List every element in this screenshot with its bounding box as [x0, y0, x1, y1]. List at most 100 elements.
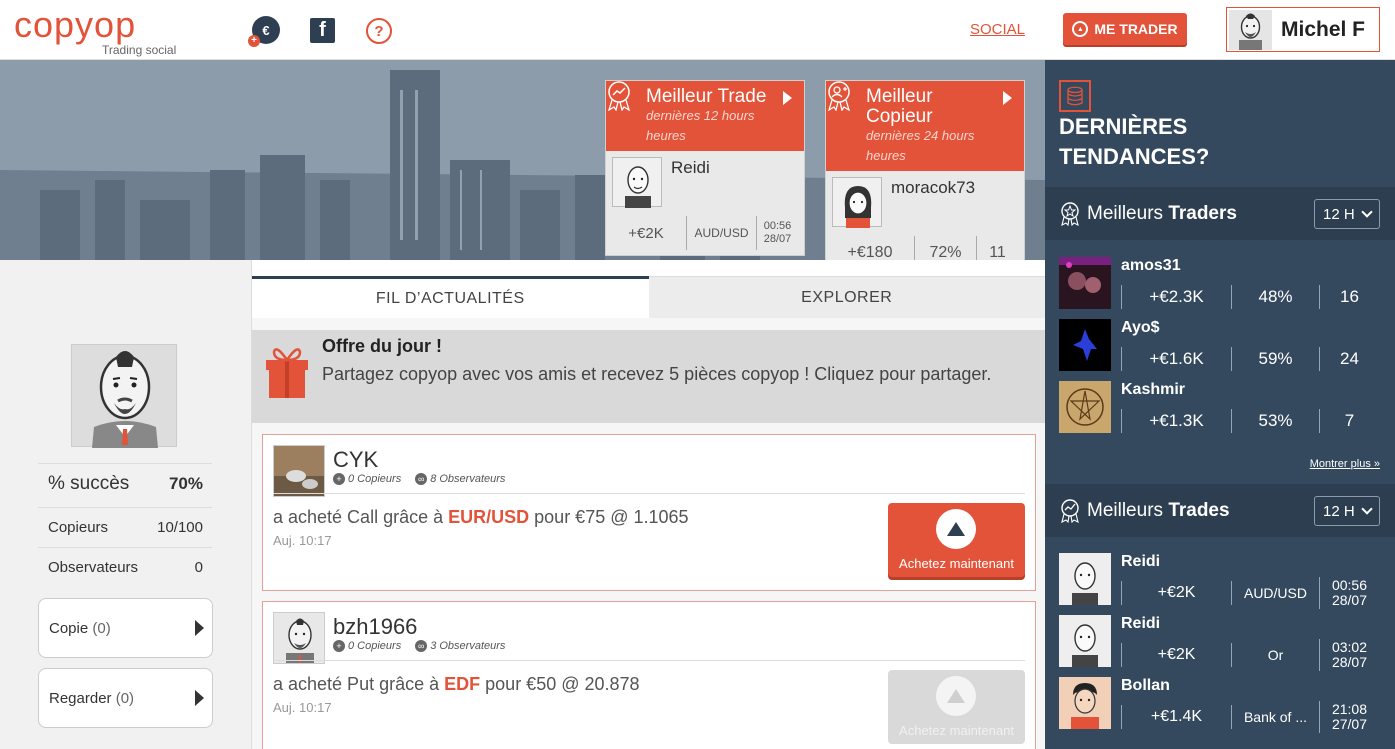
tab-news[interactable]: FIL D’ACTUALITÉS — [252, 276, 649, 318]
show-more-link[interactable]: Montrer plus » — [1310, 458, 1380, 470]
daily-offer-banner[interactable]: Offre du jour ! Partagez copyop avec vos… — [252, 330, 1045, 423]
buy-now-button-disabled[interactable]: Achetez maintenant — [888, 670, 1025, 744]
copy-count: (0) — [92, 619, 111, 637]
traders-period-select[interactable]: 12 H — [1314, 199, 1380, 229]
copy-button[interactable]: Copie (0) — [38, 598, 213, 658]
facebook-icon[interactable]: f — [310, 18, 335, 43]
social-link[interactable]: SOCIAL — [970, 21, 1025, 38]
best-trade-stats: +€2K AUD/USD 00:56 28/07 — [606, 213, 804, 253]
trade-avatar — [1059, 553, 1111, 605]
trader-row[interactable]: amos31 +€2.3K 48% 16 — [1059, 257, 1381, 313]
user-thumbnail[interactable] — [273, 445, 325, 497]
profile-avatar[interactable] — [71, 344, 177, 448]
feed-item: CYK +0 Copieurs ∞ 8 Observateurs a acheté… — [262, 434, 1036, 591]
trade-description: a acheté Call grâce à EUR/USD pour €75 @… — [273, 507, 689, 528]
trade-detail: pour €50 @ 20.878 — [485, 674, 640, 694]
feed-user-name[interactable]: CYK — [333, 447, 378, 473]
best-trade-name: Reidi — [671, 158, 710, 177]
user-avatar — [1229, 10, 1272, 50]
watch-button[interactable]: Regarder (0) — [38, 668, 213, 728]
trader-row[interactable]: Kashmir +€1.3K 53% 7 — [1059, 381, 1381, 437]
user-thumbnail[interactable] — [273, 612, 325, 664]
trade-stats: +€2K Or 03:02 28/07 — [1121, 639, 1383, 671]
binoculars-icon: ∞ — [415, 473, 428, 485]
play-arrow-icon — [783, 91, 792, 105]
me-trader-label: ME TRADER — [1094, 21, 1178, 37]
plus-circle-icon: + — [333, 473, 345, 485]
feed-user-meta: +0 Copieurs ∞ 3 Observateurs — [333, 640, 505, 652]
best-copier-subtitle: dernières 24 hours heures — [866, 128, 975, 163]
trade-user-name: Reidi — [1121, 615, 1161, 632]
tab-explore[interactable]: EXPLORER — [648, 276, 1045, 318]
logo-wordmark: copyop — [14, 4, 137, 45]
ribbon-chart-icon — [608, 81, 630, 111]
trader-avatar — [1059, 381, 1111, 433]
watch-count: (0) — [115, 689, 135, 707]
binoculars-icon: ∞ — [415, 640, 428, 652]
trade-row[interactable]: Reidi +€2K Or 03:02 28/07 — [1059, 615, 1381, 671]
observers-text: 3 Observateurs — [430, 640, 506, 652]
me-trader-button[interactable]: ▲ ME TRADER — [1063, 13, 1187, 45]
trader-pct: 59% — [1231, 347, 1319, 371]
trader-pct: 53% — [1231, 409, 1319, 433]
trader-count: 24 — [1319, 347, 1379, 371]
gift-icon — [266, 348, 308, 398]
trader-pct: 48% — [1231, 285, 1319, 309]
trader-count: 16 — [1319, 285, 1379, 309]
success-value: 70% — [168, 473, 203, 493]
trade-time: Auj. 10:17 — [273, 533, 332, 548]
feed-user-meta: +0 Copieurs ∞ 8 Observateurs — [333, 473, 505, 485]
trade-time: 03:02 — [1331, 639, 1368, 655]
arrow-up-icon — [936, 676, 976, 716]
trade-asset: AUD/USD — [1231, 581, 1319, 605]
trader-row[interactable]: Ayo$ +€1.6K 59% 24 — [1059, 319, 1381, 375]
best-trade-timestamp: 00:56 28/07 — [756, 216, 798, 250]
help-icon[interactable]: ? — [366, 18, 392, 44]
trade-asset[interactable]: EDF — [444, 674, 480, 694]
buy-now-button[interactable]: Achetez maintenant — [888, 503, 1025, 577]
user-menu[interactable]: Michel F — [1226, 7, 1380, 52]
divider — [273, 660, 1025, 661]
triangle-right-icon — [195, 690, 204, 706]
best-copier-card[interactable]: Meilleur Copieur dernières 24 hours heur… — [825, 80, 1025, 260]
arrow-up-icon — [936, 509, 976, 549]
feed-user-name[interactable]: bzh1966 — [333, 614, 417, 640]
trade-row[interactable]: Bollan +€1.4K Bank of ... 21:08 27/07 — [1059, 677, 1381, 733]
trader-avatar — [1059, 257, 1111, 309]
avatar — [612, 157, 662, 208]
trends-sidebar: DERNIÈRES TENDANCES? Meilleurs Traders 1… — [1045, 60, 1395, 749]
observers-count: ∞ 8 Observateurs — [415, 473, 505, 485]
ribbon-chart-icon — [1061, 498, 1079, 523]
trade-time: Auj. 10:17 — [273, 700, 332, 715]
copy-label: Copie — [49, 619, 89, 637]
user-name: Michel F — [1281, 18, 1366, 41]
trader-name: Ayo$ — [1121, 319, 1160, 336]
success-row: % succès 70% — [38, 463, 212, 503]
coin-add-icon[interactable]: € + — [248, 16, 280, 47]
best-trade-date: 28/07 — [763, 233, 792, 245]
trades-period-select[interactable]: 12 H — [1314, 496, 1380, 526]
watch-button-text: Regarder (0) — [49, 690, 134, 707]
copiers-count: +0 Copieurs — [333, 473, 401, 485]
copyop-logo[interactable]: copyop Trading social — [14, 4, 186, 57]
best-trade-card[interactable]: Meilleur Trade dernières 12 hours heures… — [605, 80, 805, 256]
best-copier-name: moracok73 — [891, 178, 976, 197]
best-trade-header: Meilleur Trade dernières 12 hours heures — [606, 81, 804, 151]
observers-text: 8 Observateurs — [430, 473, 506, 485]
trade-stats: +€2K AUD/USD 00:56 28/07 — [1121, 577, 1383, 609]
trade-description: a acheté Put grâce à EDF pour €50 @ 20.8… — [273, 674, 640, 695]
buy-now-label: Achetez maintenant — [899, 723, 1014, 738]
best-copier-count: 11 — [976, 236, 1018, 260]
trade-asset[interactable]: EUR/USD — [448, 507, 529, 527]
trader-stats: +€2.3K 48% 16 — [1121, 283, 1383, 311]
feed-item: bzh1966 +0 Copieurs ∞ 3 Observateurs a ac… — [262, 601, 1036, 749]
success-label: % succès — [48, 472, 130, 494]
trade-profit: +€2K — [1121, 581, 1231, 605]
coin-symbol: € — [262, 22, 270, 38]
plus-circle-icon: + — [333, 640, 345, 652]
trade-action: a acheté Put grâce à — [273, 674, 440, 694]
trader-name: Kashmir — [1121, 381, 1186, 398]
trade-row[interactable]: Reidi +€2K AUD/USD 00:56 28/07 — [1059, 553, 1381, 609]
trade-user-name: Bollan — [1121, 677, 1170, 694]
trades-period-value: 12 H — [1323, 502, 1355, 520]
